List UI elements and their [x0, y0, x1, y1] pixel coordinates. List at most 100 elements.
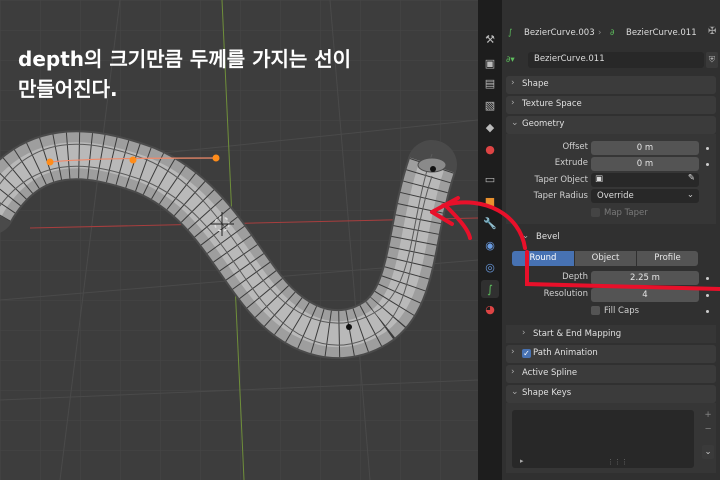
tool-tab-icon[interactable]: ⚒ [481, 30, 499, 48]
bevel-mode-object[interactable]: Object [575, 251, 636, 266]
taper-object-label: Taper Object [534, 175, 589, 185]
shape-keys-title: Shape Keys [522, 388, 572, 398]
panel-shape-title: Shape [522, 79, 549, 89]
view-layer-tab-icon[interactable]: ▧ [481, 96, 499, 114]
taper-object-row: Taper Object ▣ ✎ [502, 173, 720, 189]
material-tab-icon[interactable]: ◕ [481, 300, 499, 318]
taper-object-field[interactable]: ▣ ✎ [591, 173, 699, 187]
chevron-right-icon: › [522, 328, 526, 338]
bevel-title: Bevel [536, 232, 560, 242]
resize-grip-icon[interactable]: ⋮⋮⋮ [607, 458, 628, 466]
resolution-row: Resolution 4 [502, 287, 720, 303]
curve-data-icon: ∫ [508, 28, 513, 38]
fake-user-shield-icon[interactable]: ⛨ [706, 52, 718, 68]
subpanel-start-end-mapping[interactable]: › Start & End Mapping [506, 325, 716, 343]
taper-radius-value: Override [597, 191, 634, 201]
keyframe-dot-icon[interactable] [706, 277, 709, 280]
taper-radius-dropdown[interactable]: Override ⌄ [591, 189, 699, 203]
eyedropper-icon[interactable]: ✎ [688, 173, 695, 183]
offset-label: Offset [562, 142, 588, 152]
output-tab-icon[interactable]: ▤ [481, 74, 499, 92]
depth-label: Depth [562, 272, 588, 282]
resolution-label: Resolution [543, 289, 588, 299]
panel-texture-space[interactable]: › Texture Space [506, 96, 716, 114]
remove-shape-key-icon[interactable]: − [702, 424, 714, 436]
fill-caps-checkbox[interactable] [591, 306, 600, 315]
caption-text: depth의 크기만큼 두께를 가지는 선이 만들어진다. [18, 44, 351, 104]
object-tab-icon[interactable]: ■ [481, 192, 499, 210]
datablock-browse-icon[interactable]: ∂▾ [506, 52, 524, 68]
breadcrumb-data: BezierCurve.011 [626, 28, 697, 38]
map-taper-row: Map Taper [502, 205, 720, 221]
bevel-mode-profile[interactable]: Profile [637, 251, 698, 266]
object-icon: ▣ [595, 174, 604, 184]
chevron-right-icon: › [511, 78, 515, 88]
breadcrumb-object: BezierCurve.003 [524, 28, 595, 38]
datablock-name-text: BezierCurve.011 [534, 54, 605, 64]
chevron-right-icon: › [511, 367, 515, 377]
bevel-mode-round[interactable]: Round [512, 251, 574, 266]
3d-viewport[interactable]: depth의 크기만큼 두께를 가지는 선이 만들어진다. [0, 0, 478, 480]
chevron-right-icon: › [511, 347, 515, 357]
map-taper-label: Map Taper [604, 208, 648, 218]
bevel-mode-selector: Round Object Profile [512, 251, 698, 266]
path-animation-title: Path Animation [533, 348, 598, 358]
path-animation-checkbox[interactable]: ✓ [522, 349, 531, 358]
active-spline-title: Active Spline [522, 368, 578, 378]
datablock-name-field[interactable]: BezierCurve.011 [528, 52, 704, 68]
collection-tab-icon[interactable]: ▭ [481, 170, 499, 188]
world-tab-icon[interactable]: ● [481, 140, 499, 158]
curve-vertex-point[interactable] [430, 166, 436, 172]
panel-geometry[interactable]: ⌄ Geometry [506, 116, 716, 134]
properties-panel: ∫ BezierCurve.003 › ∂ BezierCurve.011 ✠ … [502, 0, 720, 480]
bezier-handle-point[interactable] [212, 154, 220, 162]
chevron-down-icon: ⌄ [511, 118, 519, 128]
map-taper-checkbox[interactable] [591, 208, 600, 217]
resolution-field[interactable]: 4 [591, 288, 699, 302]
physics-tab-icon[interactable]: ◎ [481, 258, 499, 276]
play-icon: ▸ [520, 457, 524, 465]
chevron-right-icon: › [511, 98, 515, 108]
taper-radius-label: Taper Radius [533, 191, 588, 201]
modifier-tab-icon[interactable]: 🔧 [481, 214, 499, 232]
extrude-row: Extrude 0 m [502, 156, 720, 172]
shape-keys-list[interactable]: ▸ ⋮⋮⋮ [512, 410, 694, 468]
fill-caps-label: Fill Caps [604, 306, 640, 316]
properties-tabs: ⚒ ▣ ▤ ▧ ◆ ● ▭ ■ 🔧 ◉ ◎ ∫ ◕ [478, 0, 502, 480]
taper-radius-row: Taper Radius Override ⌄ [502, 189, 720, 205]
curve-data-tab-icon[interactable]: ∫ [481, 280, 499, 298]
panel-texture-space-title: Texture Space [522, 99, 582, 109]
panel-shape[interactable]: › Shape [506, 76, 716, 94]
render-tab-icon[interactable]: ▣ [481, 54, 499, 72]
pin-icon[interactable]: ✠ [708, 26, 716, 37]
extrude-field[interactable]: 0 m [591, 157, 699, 171]
add-shape-key-icon[interactable]: + [702, 410, 714, 422]
extrude-label: Extrude [554, 158, 588, 168]
depth-field[interactable]: 2.25 m [591, 271, 699, 285]
caption-line-1: depth의 크기만큼 두께를 가지는 선이 [18, 47, 352, 71]
keyframe-dot-icon[interactable] [706, 310, 709, 313]
curve-vertex-point[interactable] [346, 324, 352, 330]
bezier-handle-point[interactable] [46, 158, 54, 166]
keyframe-dot-icon[interactable] [706, 294, 709, 297]
particles-tab-icon[interactable]: ◉ [481, 236, 499, 254]
scene-tab-icon[interactable]: ◆ [481, 118, 499, 136]
offset-row: Offset 0 m [502, 140, 720, 156]
shape-key-menu-icon[interactable]: ⌄ [702, 445, 714, 459]
subpanel-bevel[interactable]: ⌄ Bevel [506, 228, 716, 246]
panel-shape-keys[interactable]: ⌄ Shape Keys [506, 385, 716, 403]
fill-caps-row: Fill Caps [502, 303, 720, 319]
offset-field[interactable]: 0 m [591, 141, 699, 155]
keyframe-dot-icon[interactable] [706, 147, 709, 150]
bezier-control-point[interactable] [129, 156, 137, 164]
panel-path-animation[interactable]: › ✓ Path Animation [506, 345, 716, 363]
caption-line-2: 만들어진다. [18, 77, 118, 101]
panel-geometry-title: Geometry [522, 119, 565, 129]
chevron-down-icon: ⌄ [686, 190, 694, 200]
keyframe-dot-icon[interactable] [706, 163, 709, 166]
start-end-title: Start & End Mapping [533, 329, 622, 339]
panel-active-spline[interactable]: › Active Spline [506, 365, 716, 383]
depth-row: Depth 2.25 m [502, 270, 720, 286]
curve-icon: ∂ [610, 28, 615, 38]
breadcrumb-separator-icon: › [598, 28, 602, 38]
